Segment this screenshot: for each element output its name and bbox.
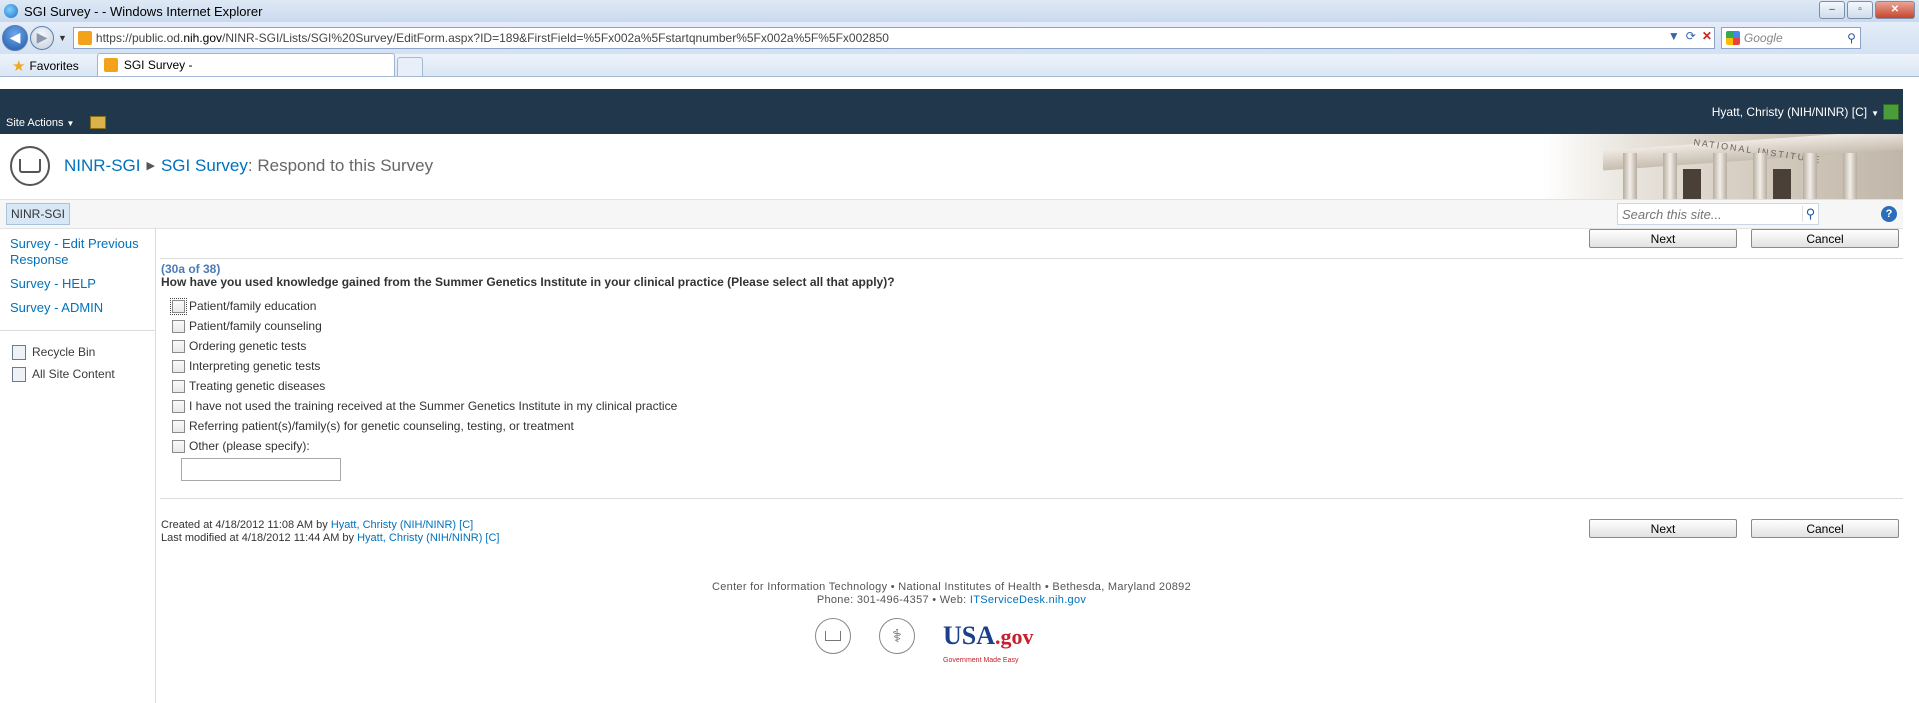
- ie-logo-icon: [4, 4, 18, 18]
- option-checkbox[interactable]: [172, 359, 185, 373]
- option-item[interactable]: Other (please specify):: [172, 436, 677, 456]
- window-titlebar: SGI Survey - - Windows Internet Explorer…: [0, 0, 1919, 22]
- favorites-bar: ★ Favorites SGI Survey -: [0, 53, 1919, 77]
- address-bar[interactable]: https://public.od.nih.gov/NINR-SGI/Lists…: [72, 27, 1715, 49]
- header-building-image: NATIONAL INSTITUTE: [1543, 134, 1903, 199]
- hhs-logo-icon[interactable]: ⚕: [879, 618, 915, 654]
- option-list: Patient/family education Patient/family …: [170, 296, 677, 481]
- tab-favicon-icon: [103, 58, 118, 72]
- site-search: ⚲: [1617, 203, 1819, 225]
- refresh-icon[interactable]: ⟳: [1686, 29, 1696, 43]
- option-item[interactable]: Treating genetic diseases: [172, 376, 677, 396]
- all-site-content-link[interactable]: All Site Content: [0, 363, 155, 385]
- site-search-input[interactable]: [1618, 205, 1802, 223]
- quick-launch: Survey - Edit Previous Response Survey -…: [0, 228, 156, 703]
- new-tab-button[interactable]: [396, 57, 423, 76]
- next-button-bottom[interactable]: Next: [1589, 519, 1737, 538]
- option-checkbox[interactable]: [172, 399, 185, 413]
- question-text: How have you used knowledge gained from …: [161, 275, 895, 289]
- next-button-top[interactable]: Next: [1589, 229, 1737, 248]
- user-menu[interactable]: Hyatt, Christy (NIH/NINR) [C] ▼: [1712, 105, 1879, 119]
- recycle-bin-icon: [12, 344, 26, 360]
- cancel-button-bottom[interactable]: Cancel: [1751, 519, 1899, 538]
- option-checkbox[interactable]: [172, 339, 185, 353]
- stop-icon[interactable]: ✕: [1702, 29, 1712, 43]
- option-item[interactable]: Patient/family counseling: [172, 316, 677, 336]
- option-checkbox[interactable]: [172, 379, 185, 393]
- help-icon[interactable]: ?: [1881, 206, 1897, 222]
- nih-seal-logo[interactable]: [10, 146, 50, 186]
- nav-tab-home[interactable]: NINR-SGI: [6, 203, 70, 225]
- favorites-label: Favorites: [29, 59, 79, 73]
- page-footer: Center for Information Technology • Nati…: [0, 581, 1903, 607]
- option-item[interactable]: Referring patient(s)/family(s) for genet…: [172, 416, 677, 436]
- nih-logo-icon[interactable]: [815, 618, 851, 654]
- page-title: : Respond to this Survey: [247, 156, 434, 175]
- breadcrumb-list-link[interactable]: SGI Survey: [161, 156, 248, 175]
- footer-logos: ⚕ USA.gov Government Made Easy: [815, 618, 1034, 664]
- ql-link-admin[interactable]: Survey - ADMIN: [0, 300, 155, 316]
- option-item[interactable]: Interpreting genetic tests: [172, 356, 677, 376]
- option-item[interactable]: Patient/family education: [170, 296, 677, 316]
- it-service-desk-link[interactable]: ITServiceDesk.nih.gov: [970, 594, 1086, 606]
- footer-phone: Phone: 301-496-4357 • Web:: [816, 594, 970, 606]
- back-button[interactable]: ◀: [2, 25, 28, 51]
- google-icon: [1725, 31, 1740, 45]
- sharepoint-favicon-icon: [77, 31, 92, 45]
- site-actions-menu[interactable]: Site Actions ▼: [6, 117, 74, 129]
- ql-link-help[interactable]: Survey - HELP: [0, 276, 155, 292]
- usa-gov-logo[interactable]: USA.gov Government Made Easy: [943, 622, 1034, 664]
- tab-label: SGI Survey -: [123, 58, 193, 72]
- minimize-button[interactable]: –: [1819, 1, 1845, 19]
- star-icon: ★: [12, 58, 26, 75]
- breadcrumb-site-link[interactable]: NINR-SGI: [64, 156, 141, 175]
- other-specify-input[interactable]: [181, 458, 341, 481]
- option-checkbox[interactable]: [172, 419, 185, 433]
- search-icon[interactable]: ⚲: [1847, 31, 1856, 45]
- breadcrumb-separator-icon: ▶: [146, 160, 155, 172]
- history-dropdown-icon[interactable]: ▼: [58, 33, 67, 43]
- user-status-icon[interactable]: [1883, 104, 1899, 120]
- site-search-icon[interactable]: ⚲: [1802, 206, 1818, 222]
- window-title: SGI Survey - - Windows Internet Explorer: [24, 3, 263, 19]
- option-item[interactable]: I have not used the training received at…: [172, 396, 677, 416]
- cancel-button-top[interactable]: Cancel: [1751, 229, 1899, 248]
- close-window-button[interactable]: ✕: [1875, 1, 1915, 19]
- forward-button[interactable]: ▶: [30, 26, 54, 50]
- address-dropdown-icon[interactable]: ▼: [1668, 29, 1680, 43]
- option-item[interactable]: Ordering genetic tests: [172, 336, 677, 356]
- footer-address: Center for Information Technology • Nati…: [711, 581, 1192, 593]
- recycle-bin-link[interactable]: Recycle Bin: [0, 341, 155, 363]
- address-url[interactable]: https://public.od.nih.gov/NINR-SGI/Lists…: [96, 31, 889, 45]
- edit-page-icon[interactable]: [90, 116, 106, 129]
- option-checkbox[interactable]: [172, 439, 185, 453]
- sharepoint-ribbon: Site Actions ▼ Hyatt, Christy (NIH/NINR) …: [0, 89, 1903, 134]
- window-controls: – ▫ ✕: [1819, 1, 1915, 19]
- site-header: NINR-SGI ▶ SGI Survey: Respond to this Sur…: [0, 134, 1903, 200]
- option-checkbox[interactable]: [170, 297, 187, 315]
- maximize-button[interactable]: ▫: [1847, 1, 1873, 19]
- favorites-button[interactable]: ★ Favorites: [12, 56, 79, 76]
- modified-by-link[interactable]: Hyatt, Christy (NIH/NINR) [C]: [357, 532, 499, 544]
- site-content-icon: [12, 366, 26, 382]
- browser-search-placeholder: Google: [1743, 31, 1783, 45]
- top-navigation: NINR-SGI ⚲ ?: [0, 200, 1903, 229]
- item-metadata: Created at 4/18/2012 11:08 AM by Hyatt, …: [161, 519, 500, 544]
- question-number: (30a of 38): [161, 262, 221, 276]
- ql-link-edit-previous[interactable]: Survey - Edit Previous Response: [0, 236, 150, 268]
- created-by-link[interactable]: Hyatt, Christy (NIH/NINR) [C]: [331, 519, 473, 531]
- breadcrumb: NINR-SGI ▶ SGI Survey: Respond to this Sur…: [64, 156, 433, 176]
- browser-search-box[interactable]: Google ⚲: [1720, 27, 1861, 49]
- browser-tab-active[interactable]: SGI Survey -: [96, 53, 395, 76]
- option-checkbox[interactable]: [172, 319, 185, 333]
- address-row: ◀ ▶ ▼ https://public.od.nih.gov/NINR-SGI…: [0, 22, 1919, 54]
